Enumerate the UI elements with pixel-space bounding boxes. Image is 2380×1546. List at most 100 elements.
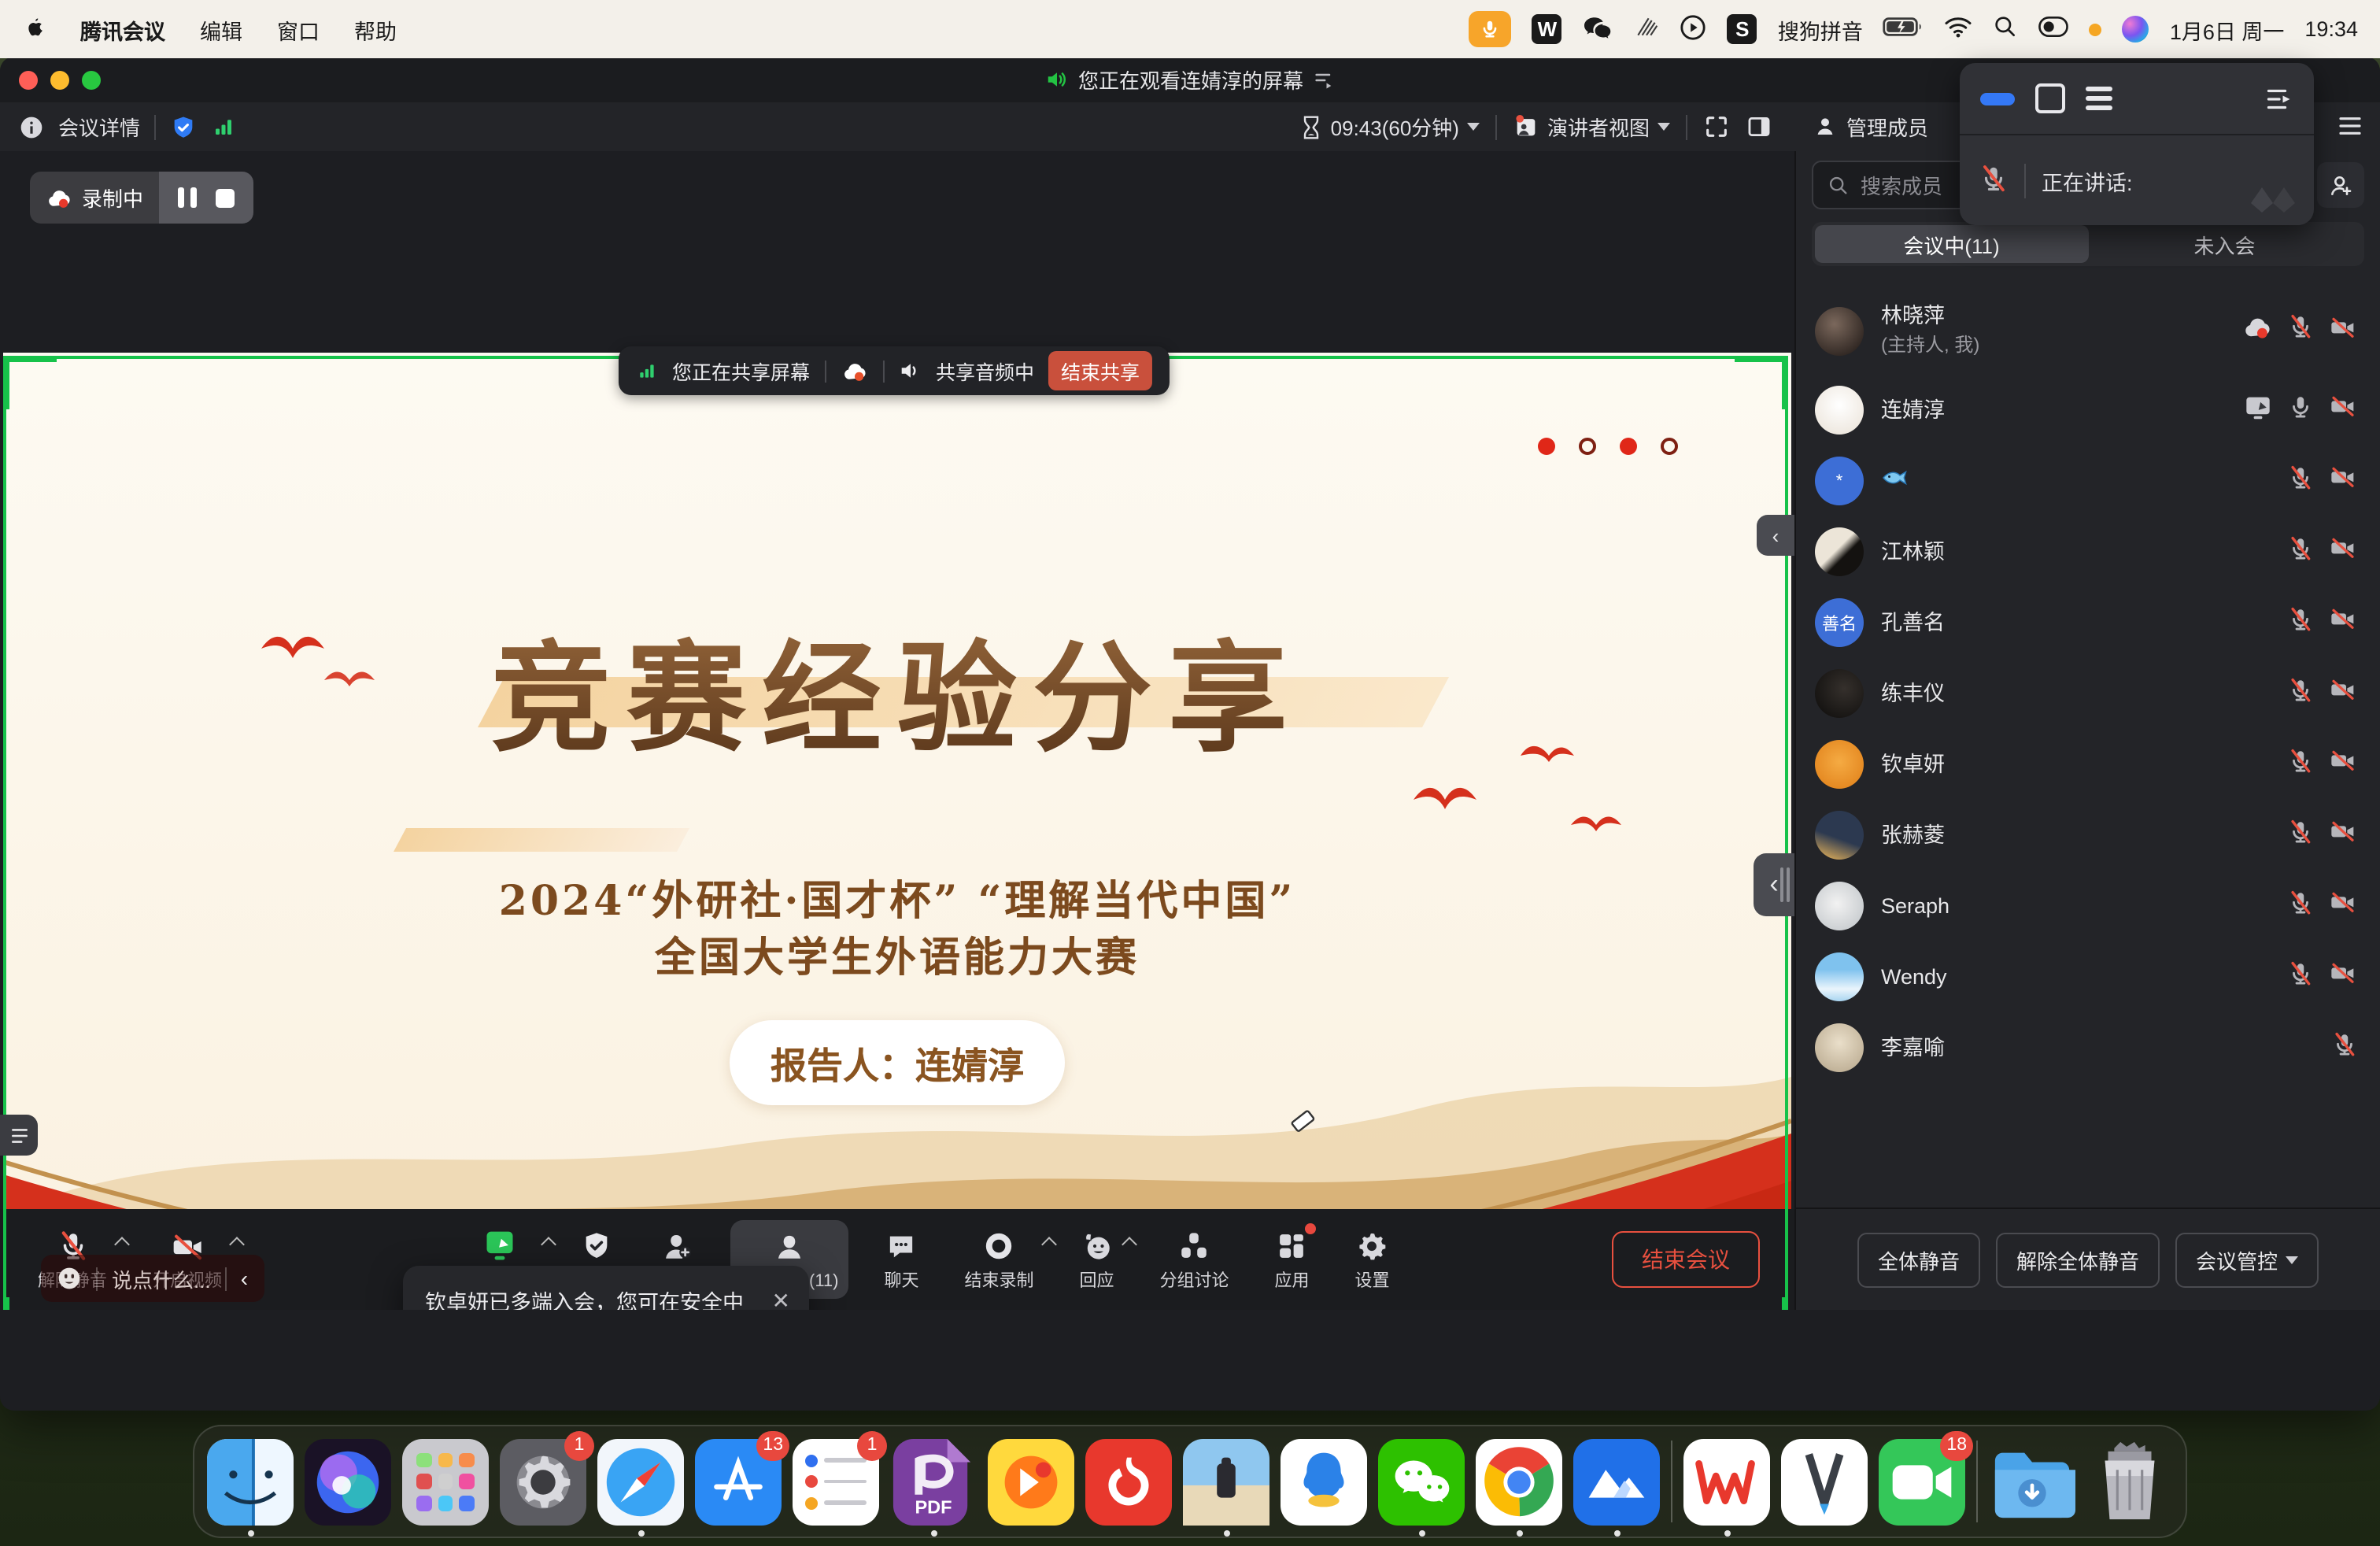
member-row[interactable]: 张赫菱 — [1796, 800, 2380, 871]
dock-app-kuaishou[interactable] — [988, 1438, 1074, 1525]
dock-app-v-app[interactable] — [1781, 1438, 1868, 1525]
unmute-expand-icon[interactable] — [114, 1237, 130, 1252]
mic-on-icon[interactable] — [2287, 393, 2314, 427]
react-expand-icon[interactable] — [1122, 1237, 1137, 1252]
close-notification-icon[interactable]: ✕ — [772, 1285, 790, 1310]
mic-off-icon[interactable] — [2287, 818, 2314, 853]
mic-off-icon[interactable] — [2287, 313, 2314, 348]
member-row[interactable]: 钦卓妍 — [1796, 729, 2380, 800]
chat-placeholder[interactable]: 说点什么... — [112, 1263, 211, 1293]
mic-off-icon[interactable] — [2287, 605, 2314, 640]
dock-app-qq[interactable] — [1281, 1438, 1367, 1525]
stop-sharing-button[interactable]: 结束共享 — [1048, 351, 1152, 390]
member-row[interactable]: Wendy — [1796, 941, 2380, 1012]
minimize-window-button[interactable] — [50, 70, 69, 89]
cam-off-icon[interactable] — [2328, 748, 2358, 781]
minimized-view-icon[interactable] — [1980, 92, 2015, 105]
menubar-time[interactable]: 19:34 — [2304, 17, 2358, 41]
cam-off-icon[interactable] — [2328, 314, 2358, 347]
toolbar-item-breakout[interactable]: 分组讨论 — [1151, 1220, 1239, 1299]
search-menubar-icon[interactable] — [1994, 14, 2019, 44]
dock-app-system-settings[interactable]: 1 — [500, 1438, 586, 1525]
stop-recording-button[interactable] — [216, 188, 235, 207]
dock-app-reminders[interactable]: 1 — [793, 1438, 879, 1525]
zoom-window-button[interactable] — [82, 70, 101, 89]
collapse-float-icon[interactable] — [2265, 86, 2293, 111]
menu-help[interactable]: 帮助 — [354, 13, 397, 45]
dock-app-tencent-meeting[interactable] — [1573, 1438, 1660, 1525]
dock-app-wechat[interactable] — [1378, 1438, 1465, 1525]
mic-off-icon[interactable] — [2287, 464, 2314, 498]
cam-off-icon[interactable] — [2328, 606, 2358, 639]
close-window-button[interactable] — [19, 70, 38, 89]
cam-off-icon[interactable] — [2328, 890, 2358, 923]
mic-off-icon[interactable] — [2287, 889, 2314, 923]
member-row[interactable]: 善名孔善名 — [1796, 587, 2380, 658]
dock-app-chrome[interactable] — [1476, 1438, 1562, 1525]
cam-off-icon[interactable] — [2328, 819, 2358, 852]
member-row[interactable]: 江林颖 — [1796, 516, 2380, 587]
toolbar-item-apps[interactable]: 应用 — [1266, 1220, 1319, 1299]
dock-app-siri[interactable] — [305, 1438, 391, 1525]
collapse-video-strip-tab[interactable]: ‹ — [1754, 853, 1794, 916]
security-shield-icon[interactable] — [170, 113, 197, 141]
toolbar-item-settings[interactable]: 设置 — [1346, 1220, 1399, 1299]
member-row[interactable]: 林晓萍(主持人, 我) — [1796, 287, 2380, 375]
annotation-tools-tab[interactable] — [0, 1115, 38, 1156]
dock-app-app-store[interactable]: 13 — [695, 1438, 782, 1525]
play-menubar-icon[interactable] — [1680, 13, 1707, 45]
dock-app-finder[interactable] — [207, 1438, 294, 1525]
member-row[interactable]: 李嘉喻 — [1796, 1012, 2380, 1083]
info-icon[interactable] — [19, 114, 44, 139]
cam-off-icon[interactable] — [2328, 960, 2358, 993]
mic-in-use-indicator[interactable] — [1469, 11, 1512, 47]
mic-off-icon[interactable] — [2287, 676, 2314, 711]
cam-off-icon[interactable] — [2328, 394, 2358, 427]
control-center-icon[interactable] — [2039, 16, 2069, 43]
meeting-details-link[interactable]: 会议详情 — [58, 112, 140, 142]
wifi-icon[interactable] — [1945, 16, 1973, 43]
member-tab-0[interactable]: 会议中(11) — [1815, 225, 2088, 263]
mic-off-icon[interactable] — [2331, 1030, 2358, 1065]
mic-off-icon[interactable] — [2287, 747, 2314, 782]
chat-collapse-icon[interactable]: ‹ — [241, 1266, 248, 1291]
menu-app-name[interactable]: 腾讯会议 — [80, 13, 165, 45]
end-meeting-button[interactable]: 结束会议 — [1612, 1231, 1760, 1288]
mic-off-icon[interactable] — [2287, 534, 2314, 569]
dock-app-downloads[interactable] — [1989, 1438, 2075, 1525]
add-member-button[interactable] — [2317, 162, 2364, 208]
member-row[interactable]: * — [1796, 446, 2380, 516]
collapse-panel-tab[interactable]: ‹ — [1757, 515, 1794, 556]
start-video-expand-icon[interactable] — [229, 1237, 245, 1252]
share-screen-expand-icon[interactable] — [541, 1237, 556, 1252]
toolbar-item-react[interactable]: 回应 — [1070, 1220, 1124, 1299]
ime-label[interactable]: 搜狗拼音 — [1778, 13, 1863, 45]
cam-off-icon[interactable] — [2328, 677, 2358, 710]
member-row[interactable]: Seraph — [1796, 871, 2380, 941]
menubar-date[interactable]: 1月6日 周一 — [2170, 13, 2285, 45]
dock-app-facetime[interactable]: 18 — [1879, 1438, 1965, 1525]
cam-off-icon[interactable] — [2328, 535, 2358, 568]
member-row[interactable]: 连婧淳 — [1796, 375, 2380, 446]
stop-record-expand-icon[interactable] — [1041, 1237, 1057, 1252]
mute-all-button[interactable]: 全体静音 — [1857, 1232, 1980, 1287]
network-signal-icon[interactable] — [211, 115, 236, 139]
fullscreen-icon[interactable] — [1703, 113, 1730, 140]
toolbar-item-stop-record[interactable]: 结束录制 — [955, 1220, 1044, 1299]
recording-icon[interactable] — [2241, 314, 2273, 347]
speaker-layout-icon[interactable] — [2035, 83, 2065, 113]
toolbar-item-chat[interactable]: 聊天 — [875, 1220, 929, 1299]
menu-window[interactable]: 窗口 — [277, 13, 320, 45]
dock-app-netease-music[interactable] — [1085, 1438, 1172, 1525]
dock-app-foxit-pdf[interactable]: PDF — [890, 1438, 977, 1525]
list-layout-icon[interactable] — [2086, 87, 2112, 111]
sharing-icon[interactable] — [2243, 393, 2273, 427]
dock-app-photos[interactable] — [1183, 1438, 1269, 1525]
panel-menu-icon[interactable] — [2338, 115, 2363, 137]
dock-app-wps[interactable] — [1683, 1438, 1770, 1525]
emoji-icon[interactable] — [57, 1266, 82, 1291]
meeting-control-button[interactable]: 会议管控 — [2175, 1232, 2319, 1287]
dock-app-safari[interactable] — [597, 1438, 684, 1525]
mic-off-icon[interactable] — [2287, 960, 2314, 994]
unmute-all-button[interactable]: 解除全体静音 — [1996, 1232, 2160, 1287]
